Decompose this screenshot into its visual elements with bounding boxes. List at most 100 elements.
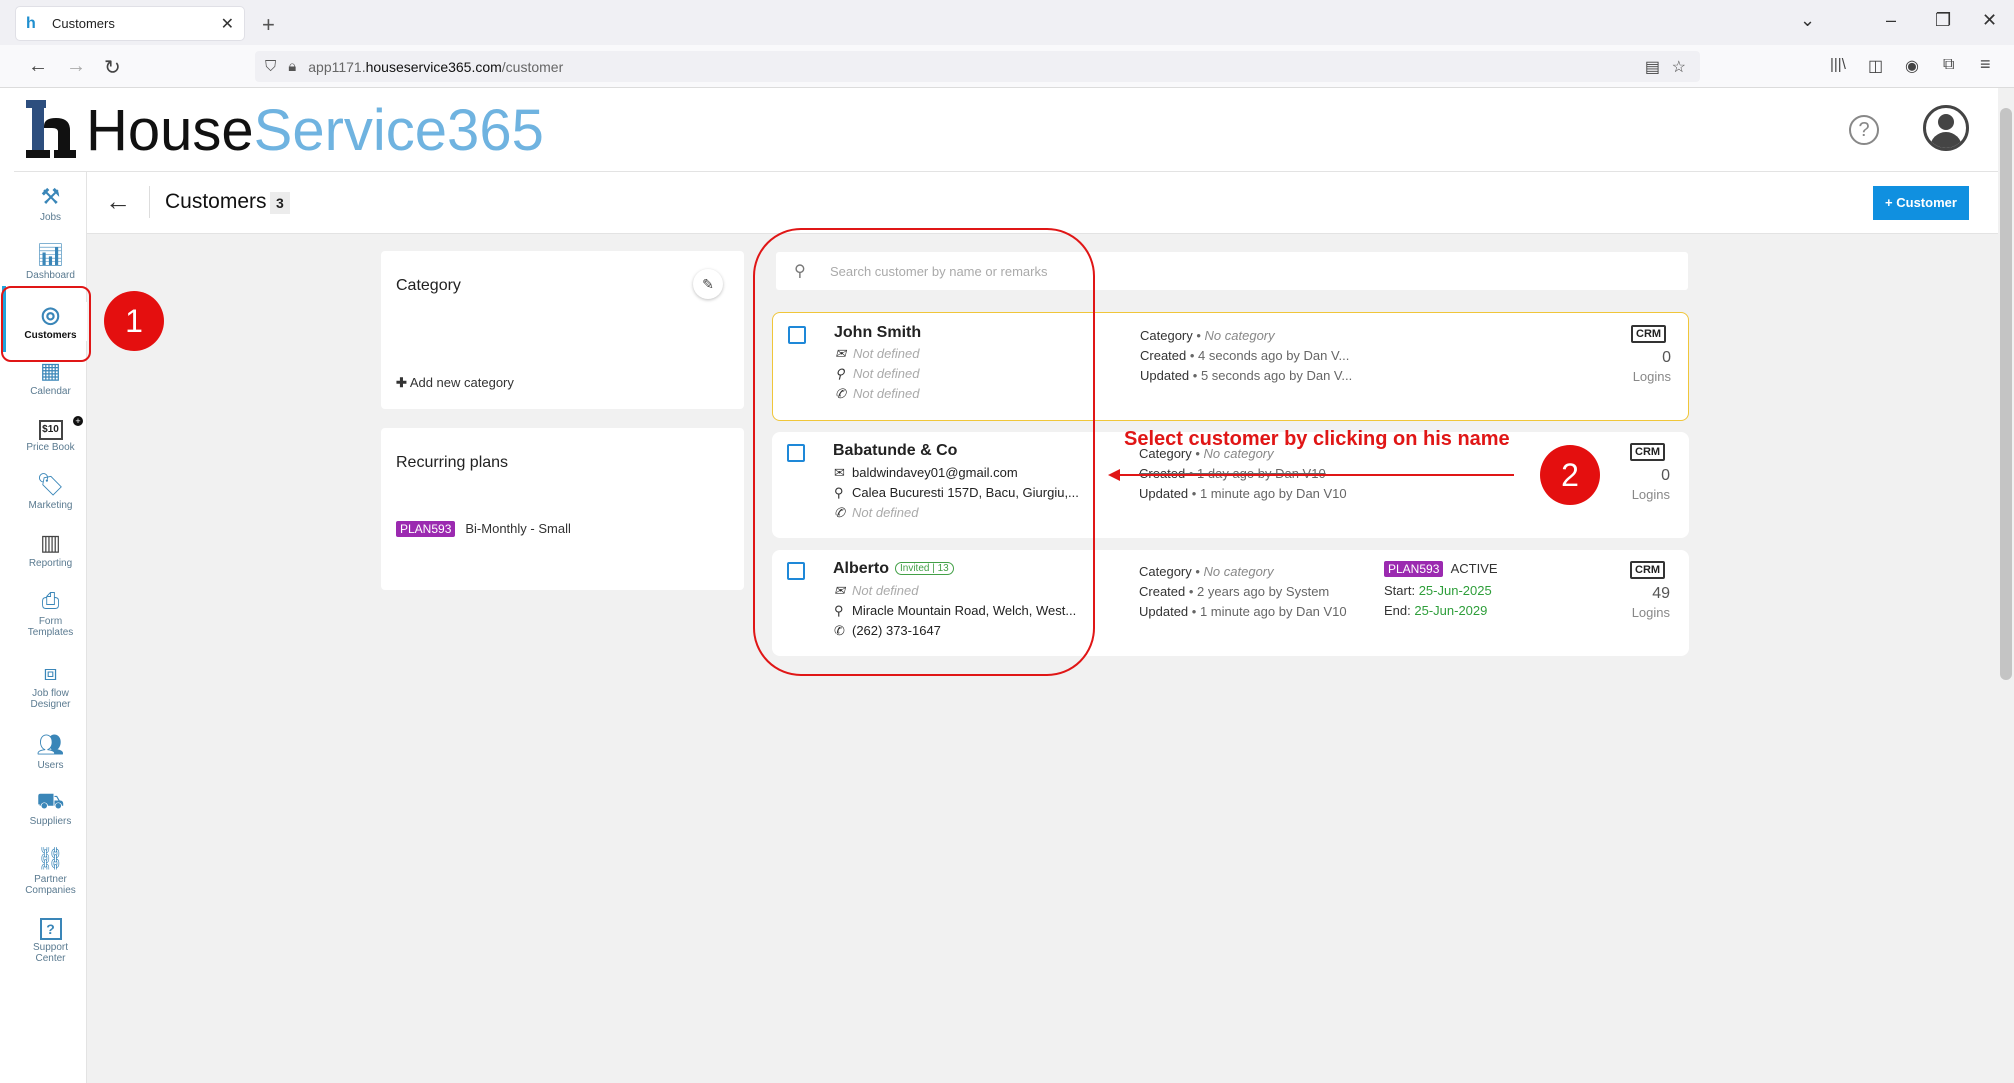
category-meta: Category • No category	[1139, 564, 1274, 579]
crm-badge: CRM	[1631, 325, 1667, 343]
avatar-body	[1930, 132, 1962, 148]
category-meta: Category • No category	[1140, 328, 1275, 343]
shield-icon: ⛉	[265, 58, 277, 75]
step-1-badge: 1	[104, 291, 164, 351]
plan-code-badge: PLAN593	[396, 521, 456, 537]
back-icon[interactable]: ←	[28, 55, 48, 78]
sidebar-toggle-icon[interactable]: ◫	[1868, 56, 1883, 76]
toolbar-divider	[149, 186, 150, 218]
meta-value: 2 years ago by System	[1197, 584, 1330, 599]
sidebar-item-dashboard[interactable]: 📊︎ Dashboard	[14, 242, 87, 280]
app-header: HouseService365 ?	[14, 88, 1998, 172]
new-tab-icon[interactable]: +	[262, 12, 275, 38]
browser-tab[interactable]: h Customers ✕	[15, 6, 245, 41]
page-toolbar: ← Customers 3 + Customer	[87, 172, 1998, 234]
add-customer-button[interactable]: + Customer	[1873, 186, 1969, 220]
logins-label: Logins	[1631, 487, 1670, 502]
sidebar-item-partner-companies[interactable]: ⛓ Partner Companies	[14, 846, 87, 896]
sidebar-item-marketing[interactable]: 🏷︎ Marketing	[14, 472, 87, 511]
created-meta: Created • 2 years ago by System	[1139, 584, 1330, 599]
add-category-link[interactable]: ✚ Add new category	[396, 375, 514, 391]
plan-item[interactable]: PLAN593 Bi-Monthly - Small	[396, 520, 571, 538]
library-icon[interactable]: |||\	[1830, 56, 1846, 73]
annotation-arrow-line	[1112, 474, 1514, 476]
sidebar-item-reporting[interactable]: ▥ Reporting	[14, 530, 87, 569]
address-bar[interactable]: ⛉ 🔒︎ app1171. houseservice365.com/custome…	[255, 51, 1700, 82]
back-arrow-icon[interactable]: ←	[105, 186, 131, 217]
logins-count: 49	[1652, 585, 1670, 602]
tab-list-icon[interactable]: ⌄	[1800, 10, 1815, 31]
annotation-highlight-customers	[1, 286, 91, 362]
plan-name: Bi-Monthly - Small	[465, 521, 571, 536]
truck-icon: ⛟	[36, 788, 65, 813]
meta-label: Created	[1139, 584, 1186, 599]
plan-status: PLAN593 ACTIVE	[1384, 561, 1498, 577]
end-label: End:	[1384, 603, 1411, 618]
sidebar-item-calendar[interactable]: ▦ Calendar	[14, 358, 87, 397]
sidebar-label: Suppliers	[29, 816, 72, 827]
logo-icon	[26, 100, 76, 158]
recurring-title: Recurring plans	[396, 454, 509, 471]
menu-icon[interactable]: ≡	[1980, 54, 1991, 75]
sidebar-item-jobs[interactable]: ⚒ Jobs	[14, 184, 87, 223]
arrow-head-icon	[1108, 469, 1120, 481]
plan-end: End: 25-Jun-2029	[1384, 603, 1487, 618]
minimize-icon[interactable]: –	[1886, 10, 1896, 31]
scrollbar-thumb[interactable]	[2000, 108, 2012, 680]
recurring-plans-panel: Recurring plans PLAN593 Bi-Monthly - Smal…	[381, 428, 744, 590]
chart-icon: 📊︎	[36, 242, 65, 267]
meta-label: Category	[1140, 328, 1193, 343]
meta-value: 4 seconds ago by Dan V...	[1198, 348, 1350, 363]
annotation-instruction: Select customer by clicking on his name	[1124, 428, 1510, 450]
meta-value: 1 minute ago by Dan V10	[1199, 486, 1347, 501]
sidebar-item-job-flow-designer[interactable]: ⧈ Job flow Designer	[14, 660, 87, 710]
close-tab-icon[interactable]: ✕	[221, 14, 234, 34]
reader-view-icon[interactable]: ▤	[1645, 57, 1660, 77]
logins-label: Logins	[1632, 369, 1671, 384]
price-tag-icon: $10	[38, 420, 63, 440]
sidebar-label: Jobs	[39, 212, 62, 223]
tools-icon: ⚒	[40, 184, 61, 209]
extensions-icon[interactable]: ⧉	[1943, 56, 1954, 74]
meta-label: Updated	[1139, 486, 1189, 501]
sidebar-item-suppliers[interactable]: ⛟ Suppliers	[14, 788, 87, 827]
page-scrollbar[interactable]	[1998, 88, 2014, 1083]
bookmark-star-icon[interactable]: ☆	[1672, 57, 1686, 77]
sidebar-item-users[interactable]: 👥︎ Users	[14, 732, 87, 771]
sidebar-label: Partner Companies	[25, 874, 76, 896]
help-icon[interactable]: ?	[1849, 115, 1879, 145]
question-icon: ?	[39, 918, 62, 940]
url-path: /customer	[501, 58, 564, 75]
sidebar-label: Price Book	[26, 442, 75, 453]
updated-meta: Updated • 1 minute ago by Dan V10	[1139, 604, 1347, 619]
user-avatar[interactable]	[1923, 105, 1969, 151]
avatar-head	[1938, 114, 1954, 130]
restore-icon[interactable]: ❐	[1935, 10, 1951, 31]
updated-meta: Updated • 1 minute ago by Dan V10	[1139, 486, 1347, 501]
favicon-icon: h	[26, 14, 36, 32]
meta-value: No category	[1204, 328, 1275, 343]
plus-circle-icon[interactable]: +	[73, 416, 83, 426]
logins-label: Logins	[1631, 605, 1670, 620]
users-icon: 👥︎	[36, 732, 65, 757]
url-prefix: app1171.	[308, 58, 366, 75]
logins-count: 0	[1661, 467, 1670, 484]
app-logo-text[interactable]: HouseService365	[86, 100, 544, 162]
logo-service: Service365	[253, 98, 544, 163]
close-window-icon[interactable]: ✕	[1982, 10, 1997, 31]
sidebar-item-support-center[interactable]: ? Support Center	[14, 918, 87, 964]
meta-label: Updated	[1139, 604, 1189, 619]
meta-label: Updated	[1140, 368, 1190, 383]
meta-value: No category	[1203, 564, 1274, 579]
forward-icon[interactable]: →	[66, 55, 86, 78]
logins-count: 0	[1662, 349, 1671, 366]
edit-pencil-icon[interactable]: ✎	[693, 269, 723, 299]
account-icon[interactable]: ◉	[1905, 56, 1919, 76]
form-icon: ⎙	[41, 588, 60, 613]
step-2-badge: 2	[1540, 445, 1600, 505]
crm-badge: CRM	[1630, 561, 1666, 579]
category-title: Category	[396, 277, 461, 294]
sidebar-label: Calendar	[30, 386, 71, 397]
reload-icon[interactable]: ↻	[104, 55, 121, 80]
sidebar-item-form-templates[interactable]: ⎙ Form Templates	[14, 588, 87, 638]
